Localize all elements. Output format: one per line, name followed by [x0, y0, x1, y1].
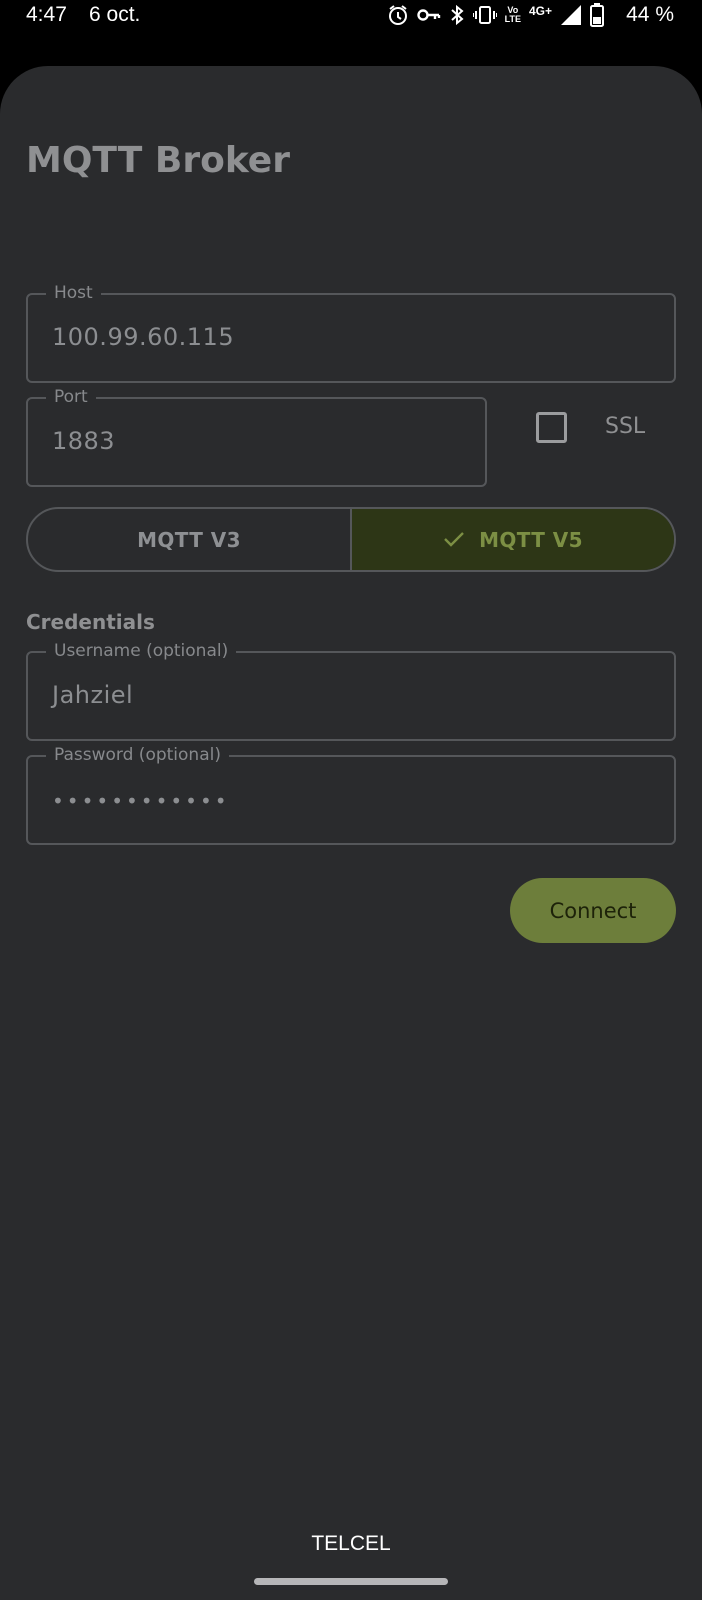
volte-icon: Vo LTE	[505, 6, 521, 24]
home-indicator[interactable]	[254, 1578, 448, 1585]
port-input[interactable]: 1883	[52, 427, 115, 455]
vpn-key-icon	[416, 7, 441, 23]
credentials-heading: Credentials	[26, 610, 155, 634]
password-input[interactable]: ••••••••••••	[52, 789, 230, 813]
network-type: 4G+	[528, 4, 552, 18]
password-field[interactable]: Password (optional) ••••••••••••	[26, 744, 676, 845]
port-label: Port	[46, 386, 96, 408]
battery-icon	[590, 3, 604, 27]
connect-button[interactable]: Connect	[510, 878, 676, 943]
username-input[interactable]: Jahziel	[52, 681, 133, 709]
username-label: Username (optional)	[46, 640, 237, 662]
ssl-label: SSL	[605, 414, 646, 439]
status-time: 4:47	[26, 3, 67, 26]
battery-percentage: 44 %	[626, 3, 674, 26]
status-icons: Vo LTE 4G+	[387, 2, 604, 28]
connect-label: Connect	[549, 898, 637, 923]
host-input[interactable]: 100.99.60.115	[52, 323, 234, 351]
port-field[interactable]: Port 1883	[26, 386, 487, 487]
password-label: Password (optional)	[46, 744, 229, 766]
vibrate-icon	[472, 5, 497, 25]
status-date: 6 oct.	[89, 3, 141, 26]
signal-icon	[560, 4, 582, 26]
host-field[interactable]: Host 100.99.60.115	[26, 282, 676, 383]
mqtt-v3-option[interactable]: MQTT V3	[28, 509, 352, 570]
volte-bottom: LTE	[504, 14, 521, 24]
mqtt-v3-label: MQTT V3	[137, 527, 241, 552]
page-title: MQTT Broker	[26, 140, 290, 181]
status-bar: 4:47 6 oct. Vo LTE 4G+ 44 %	[0, 0, 702, 66]
mqtt-v5-label: MQTT V5	[479, 527, 583, 552]
mqtt-v5-option[interactable]: MQTT V5	[352, 509, 674, 570]
host-label: Host	[46, 282, 101, 304]
alarm-icon	[387, 4, 409, 26]
username-field[interactable]: Username (optional) Jahziel	[26, 640, 676, 741]
ssl-checkbox[interactable]	[536, 412, 567, 443]
checkmark-icon	[443, 528, 479, 552]
bluetooth-icon	[449, 4, 465, 26]
carrier-name: TELCEL	[311, 1532, 391, 1555]
mqtt-version-toggle: MQTT V3 MQTT V5	[26, 507, 676, 572]
